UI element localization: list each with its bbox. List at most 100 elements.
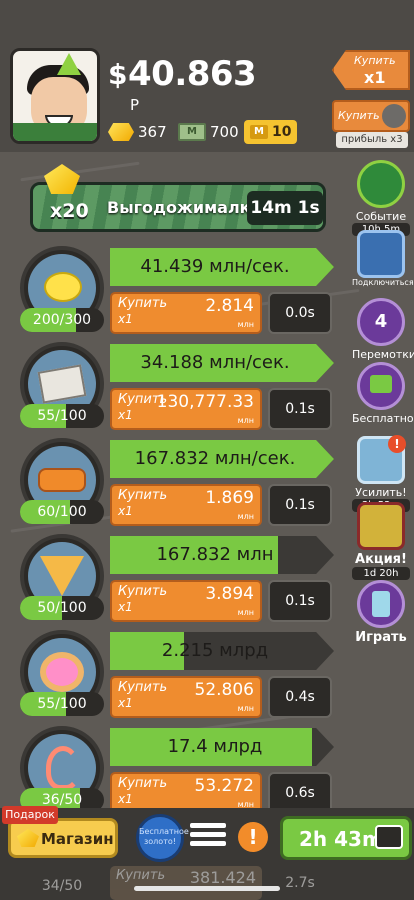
buy-label: Купить — [118, 584, 168, 599]
sidebar-event[interactable]: Событие 10h 5m — [352, 160, 410, 236]
buy-cost-unit: млн — [237, 704, 254, 713]
cards-icon — [357, 230, 405, 278]
ad-boost-timer-button[interactable]: 2h 43m — [280, 816, 412, 860]
buy-label: Купить — [118, 296, 168, 311]
business-count: 55/100 — [20, 692, 104, 716]
home-indicator[interactable] — [134, 886, 280, 891]
race-car-icon: ! — [357, 435, 406, 484]
cycle-time: 0.1s — [268, 484, 332, 526]
sidebar-play[interactable]: Играть — [352, 580, 410, 645]
partial-row-time: 2.7s — [285, 875, 315, 891]
money-unit: Р — [130, 96, 140, 114]
count-text: 55/100 — [37, 408, 87, 424]
buy-button[interactable]: Купить х1 1.869 млн — [110, 484, 262, 526]
drink-icon — [357, 580, 405, 628]
cycle-time: 0.1s — [268, 388, 332, 430]
profit-text: 34.188 млн/сек. — [140, 352, 290, 373]
buy-button[interactable]: Купить х1 52.806 млн — [110, 676, 262, 718]
banner-multiplier-badge: x20 — [32, 160, 92, 230]
sidebar-connect-label: Подключиться — [352, 278, 414, 287]
buy-button[interactable]: Купить х1 3.894 млн — [110, 580, 262, 622]
buy-label: Купить — [118, 680, 168, 695]
buy-cost: 52.806 — [194, 680, 254, 700]
sidebar-connect[interactable]: Подключиться — [352, 230, 414, 287]
tickets-amount: 10 — [272, 124, 292, 140]
buy-button[interactable]: Купить х1 130,777.33 млн — [110, 388, 262, 430]
menu-line — [190, 823, 226, 828]
tickets-counter[interactable]: M 10 — [244, 120, 298, 144]
alert-button[interactable]: ! — [238, 822, 268, 852]
buy-cost: 53.272 — [194, 776, 254, 796]
buy-multiplier-button[interactable]: Купить х1 — [332, 50, 410, 90]
cycle-time: 0.0s — [268, 292, 332, 334]
partial-row-buy-label: Купить — [116, 868, 166, 883]
profit-text: 167.832 млн — [156, 544, 274, 565]
shop-label: Магазин — [41, 830, 114, 848]
video-camera-icon — [382, 104, 406, 128]
megabucks-counter[interactable]: M 700 — [178, 120, 239, 144]
buy-mult: х1 — [118, 696, 133, 710]
menu-line — [190, 841, 226, 846]
sidebar-rewinds[interactable]: 4 Перемотки — [352, 298, 414, 361]
profile-avatar[interactable] — [10, 48, 100, 144]
buy-cost: 1.869 — [205, 488, 254, 508]
sidebar-boost[interactable]: ! Усилить! 3h 53m — [352, 435, 410, 512]
buy-multiplier-label: Купить — [354, 54, 396, 67]
profit-multiplier-label: прибыль х3 — [336, 132, 408, 148]
avatar-suit — [13, 123, 97, 141]
alert-dot: ! — [388, 435, 406, 453]
top-header: $ 40.863 Р 367 M 700 M 10 Купить х1 Купи… — [0, 0, 414, 152]
money-total: 40.863 — [128, 54, 257, 94]
donut-icon — [40, 652, 84, 692]
gift-badge: Подарок — [2, 806, 58, 824]
sidebar-rewinds-label: Перемотки — [352, 348, 414, 361]
profit-boost-label: Купить — [338, 109, 380, 122]
buy-mult: х1 — [118, 312, 133, 326]
partial-row-count: 34/50 — [41, 878, 83, 894]
profit-text: 41.439 млн/сек. — [140, 256, 290, 277]
count-text: 200/300 — [32, 312, 92, 328]
tv-screen — [370, 375, 392, 393]
rewind-icon: 4 — [357, 298, 405, 346]
shop-button[interactable]: Магазин — [8, 818, 118, 858]
drink-glass — [372, 591, 390, 617]
profit-boost-button[interactable]: Купить — [332, 100, 410, 132]
banner-timer: 14m 1s — [247, 191, 323, 225]
count-text: 55/100 — [37, 696, 87, 712]
buy-button[interactable]: Купить х1 2.814 млн — [110, 292, 262, 334]
business-row-newspaper: 55/100 34.188 млн/сек. Купить х1 130,777.3… — [0, 340, 350, 436]
shrimp-icon — [46, 746, 80, 790]
sale-gift-icon — [357, 502, 405, 550]
gold-counter[interactable]: 367 — [108, 120, 167, 144]
business-count: 50/100 — [20, 596, 104, 620]
business-row-lemon: 200/300 41.439 млн/сек. Купить х1 2.814 млн… — [0, 244, 350, 340]
sidebar-boost-label: Усилить! — [355, 486, 407, 499]
profit-bar: 167.832 млн — [110, 536, 334, 574]
gold-gem-icon — [17, 829, 39, 847]
party-hat-icon — [57, 53, 81, 75]
profit-text: 17.4 млрд — [167, 736, 263, 757]
currency-sign: $ — [108, 58, 128, 91]
megabucks-bill-icon: M — [178, 123, 206, 141]
buy-cost-unit: млн — [237, 608, 254, 617]
buy-cost-unit: млн — [237, 320, 254, 329]
buy-mult: х1 — [118, 792, 133, 806]
sidebar-free[interactable]: Бесплатно! — [352, 362, 414, 425]
menu-button[interactable] — [190, 820, 226, 856]
buy-cost-unit: млн — [237, 512, 254, 521]
newspaper-icon — [37, 364, 87, 404]
profit-bar: 41.439 млн/сек. — [110, 248, 334, 286]
rewind-count: 4 — [374, 311, 388, 332]
free-gold-button[interactable]: Бесплатное золото! — [136, 814, 189, 862]
ad-boost-timer: 2h 43m — [299, 827, 383, 851]
banner-title: Выгодожималка — [107, 198, 262, 217]
lemon-icon — [44, 272, 82, 302]
sidebar-event-label: Событие — [355, 210, 407, 223]
gold-gem-icon — [44, 164, 80, 194]
buy-label: Купить — [118, 776, 168, 791]
profit-bar: 17.4 млрд — [110, 728, 334, 766]
business-count: 60/100 — [20, 500, 104, 524]
sidebar-sale[interactable]: Акция! 1d 20h — [352, 502, 410, 580]
ticket-badge: M 10 — [244, 120, 298, 144]
ticket-icon: M — [250, 125, 268, 139]
